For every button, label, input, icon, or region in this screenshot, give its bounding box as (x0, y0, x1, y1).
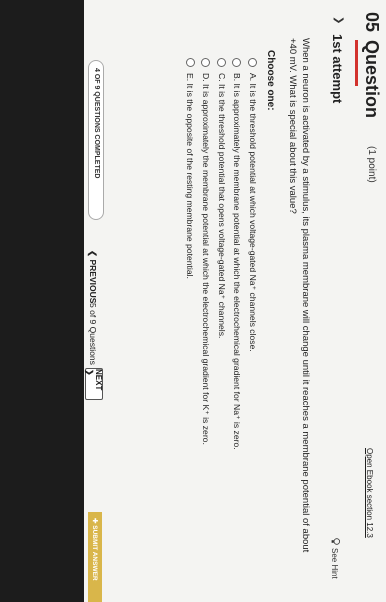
lightbulb-icon (329, 538, 340, 545)
option-c[interactable]: C. It is the threshold potential that op… (214, 58, 230, 578)
radio-button[interactable] (247, 58, 257, 67)
heading-underline (355, 40, 358, 86)
hint-label: See Hint (330, 548, 339, 579)
question-text: When a neuron is activated by a stimulus… (287, 38, 311, 553)
ebook-link[interactable]: Open Ebook section 12.3 (365, 448, 374, 538)
option-a[interactable]: A. It is the threshold potential at whic… (245, 58, 261, 578)
hint-button[interactable]: See Hint (329, 538, 340, 579)
option-text: A. It is the threshold potential at whic… (247, 73, 258, 352)
quiz-page: 05 Question (1 point) Open Ebook section… (0, 0, 386, 602)
progress-text: 4 OF 9 QUESTIONS COMPLETED (93, 68, 100, 179)
background-surface (0, 0, 84, 602)
option-b[interactable]: B. It is approximately the membrane pote… (229, 58, 245, 578)
option-text: C. It is the threshold potential that op… (216, 73, 227, 339)
submit-answer-button[interactable]: ✚ SUBMIT ANSWER (88, 512, 102, 602)
previous-button[interactable]: ❮ PREVIOUS (87, 250, 98, 303)
option-text: E. It is the opposite of the resting mem… (185, 73, 196, 279)
next-button[interactable]: NEXT ❯ (85, 368, 103, 400)
radio-button[interactable] (232, 58, 242, 67)
option-text: B. It is approximately the membrane pote… (232, 73, 243, 450)
option-text: D. It is approximately the membrane pote… (201, 73, 212, 445)
radio-button[interactable] (185, 58, 195, 67)
question-count: 5 of 9 Questions (88, 303, 98, 365)
radio-button[interactable] (201, 58, 211, 67)
answer-options: A. It is the threshold potential at whic… (183, 58, 261, 578)
attempt-label: 1st attempt (330, 34, 345, 104)
question-number: 05 (362, 12, 382, 33)
choose-label: Choose one: (265, 50, 276, 111)
question-heading: Question (362, 40, 382, 119)
option-d[interactable]: D. It is approximately the membrane pote… (198, 58, 214, 578)
chevron-down-icon[interactable]: ❯ (333, 16, 344, 24)
radio-button[interactable] (216, 58, 226, 67)
question-points: (1 point) (366, 146, 377, 183)
option-e[interactable]: E. It is the opposite of the resting mem… (183, 58, 199, 578)
